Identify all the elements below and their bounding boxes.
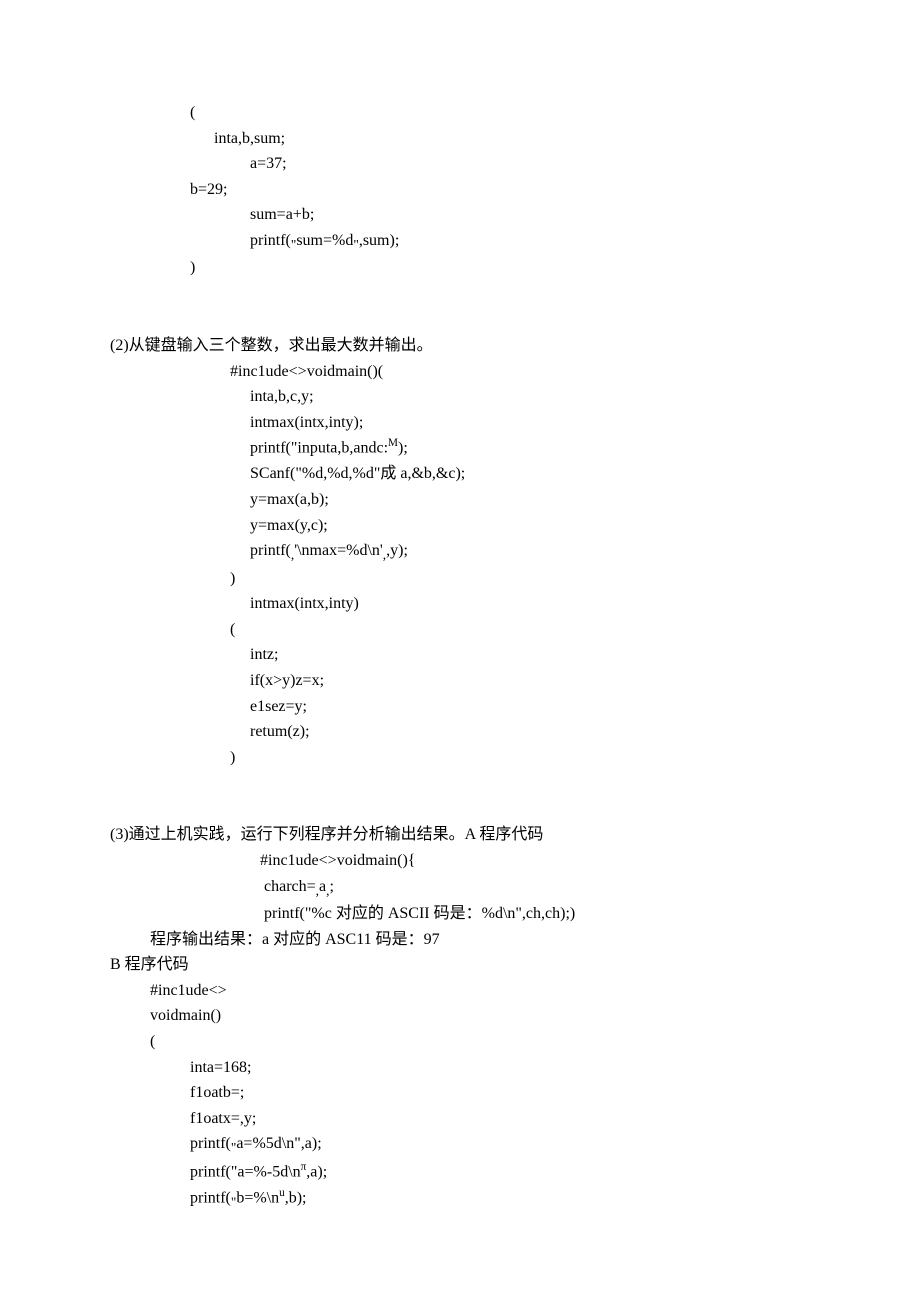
code-line: retum(z); (110, 719, 810, 745)
code-line: intmax(intx,inty) (110, 591, 810, 617)
code-line: intz; (110, 642, 810, 668)
code-line: inta,b,sum; (110, 126, 810, 152)
spacer (110, 281, 810, 307)
text: ,a); (306, 1163, 327, 1180)
code-line: SCanf("%d,%d,%d"成 a,&b,&c); (110, 461, 810, 487)
code-line: b=29; (110, 177, 810, 203)
text: ,b); (285, 1189, 307, 1206)
code-line: if(x>y)z=x; (110, 668, 810, 694)
code-line: printf("%c 对应的 ASCII 码是：%d\n",ch,ch);) (110, 901, 810, 927)
code-line: charch=,a,; (110, 874, 810, 902)
text: M (388, 437, 398, 449)
section-title: (3)通过上机实践，运行下列程序并分析输出结果。A 程序代码 (110, 822, 810, 848)
code-line: ( (110, 1029, 810, 1055)
subsection-title: B 程序代码 (110, 952, 810, 978)
text: printf( (190, 1189, 231, 1206)
code-line: f1oatb=; (110, 1080, 810, 1106)
text: printf( (250, 542, 291, 559)
code-line: voidmain() (110, 1003, 810, 1029)
code-line: y=max(y,c); (110, 513, 810, 539)
text: sum=%d (296, 232, 353, 249)
code-line: ) (110, 566, 810, 592)
text: printf( (250, 232, 291, 249)
document-page: ( inta,b,sum; a=37; b=29; sum=a+b; print… (0, 0, 920, 1273)
code-line: inta,b,c,y; (110, 384, 810, 410)
code-line: #inc1ude<>voidmain()( (110, 359, 810, 385)
text: b=%\n (236, 1189, 279, 1206)
spacer (110, 307, 810, 333)
code-line: sum=a+b; (110, 202, 810, 228)
text: ; (329, 878, 333, 895)
spacer (110, 796, 810, 822)
code-line: printf("inputa,b,andc:M); (110, 435, 810, 461)
code-line: printf("a=%5d\n",a); (110, 1131, 810, 1159)
text: '\nmax=%d\n' (294, 542, 383, 559)
code-line: ( (110, 100, 810, 126)
code-line: y=max(a,b); (110, 487, 810, 513)
text: printf("a=%-5d\n (190, 1163, 301, 1180)
code-line: e1sez=y; (110, 694, 810, 720)
text: printf( (190, 1135, 231, 1152)
section-title: (2)从键盘输入三个整数，求出最大数并输出。 (110, 333, 810, 359)
text: ,sum); (359, 232, 399, 249)
result-line: 程序输出结果：a 对应的 ASC11 码是：97 (110, 927, 810, 953)
text: ); (398, 440, 408, 457)
text: charch= (260, 878, 316, 895)
text: ,y); (386, 542, 408, 559)
code-line: ) (110, 255, 810, 281)
code-line: f1oatx=,y; (110, 1106, 810, 1132)
spacer (110, 770, 810, 796)
code-line: #inc1ude<>voidmain(){ (110, 848, 810, 874)
code-line: printf("sum=%d",sum); (110, 228, 810, 256)
text: a=%5d\n",a); (236, 1135, 321, 1152)
text: printf("inputa,b,andc: (250, 440, 388, 457)
code-line: printf("b=%\nu,b); (110, 1185, 810, 1213)
code-line: ( (110, 617, 810, 643)
code-line: a=37; (110, 151, 810, 177)
code-line: #inc1ude<> (110, 978, 810, 1004)
code-line: intmax(intx,inty); (110, 410, 810, 436)
code-line: printf("a=%-5d\nπ,a); (110, 1159, 810, 1185)
code-line: inta=168; (110, 1055, 810, 1081)
code-line: ) (110, 745, 810, 771)
code-line: printf(,'\nmax=%d\n',,y); (110, 538, 810, 566)
